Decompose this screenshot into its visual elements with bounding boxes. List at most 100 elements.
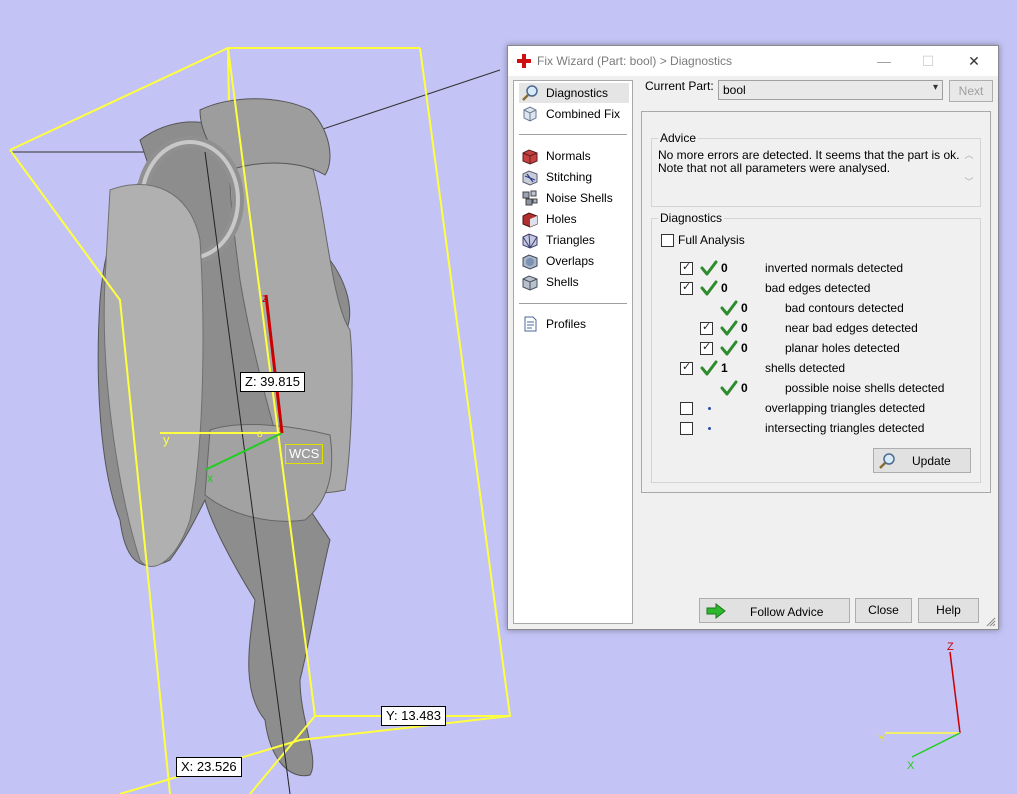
main-panel: Advice No more errors are detected. It s…: [641, 111, 991, 493]
diagnostic-count: 1: [721, 361, 728, 375]
triad-y-label: Y: [878, 733, 886, 745]
wcs-origin-label: o: [257, 429, 263, 440]
sidebar: Diagnostics Combined Fix Normals Stitchi…: [513, 80, 633, 624]
resize-grip-icon[interactable]: [986, 617, 996, 627]
magnifier-icon: [522, 85, 538, 101]
triangles-icon: [522, 233, 538, 249]
diagnostic-count: 0: [741, 301, 748, 315]
scroll-up-icon[interactable]: ︿: [962, 148, 976, 161]
wcs-z-label: z: [262, 291, 268, 305]
update-button[interactable]: Update: [873, 448, 971, 473]
overlaps-icon: [522, 254, 538, 270]
sidebar-item-label: Normals: [546, 149, 591, 163]
close-window-button[interactable]: ✕: [952, 46, 996, 76]
sidebar-item-shells[interactable]: Shells: [519, 272, 629, 292]
status-ok-icon: [720, 320, 738, 336]
diagnostic-label: bad edges detected: [765, 281, 871, 295]
sidebar-item-noise-shells[interactable]: Noise Shells: [519, 188, 629, 208]
diagnostic-checkbox[interactable]: ✓: [680, 261, 693, 275]
sidebar-item-label: Holes: [546, 212, 577, 226]
maximize-button[interactable]: ☐: [906, 46, 950, 76]
sidebar-item-label: Stitching: [546, 170, 593, 184]
current-part-select[interactable]: bool ▾: [718, 80, 943, 100]
sidebar-item-label: Triangles: [546, 233, 595, 247]
diagnostic-checkbox[interactable]: ✓: [700, 321, 713, 335]
sidebar-separator: [519, 303, 627, 304]
sidebar-separator: [519, 134, 627, 135]
update-label: Update: [912, 454, 951, 468]
sidebar-item-profiles[interactable]: Profiles: [519, 314, 629, 334]
minimize-button[interactable]: —: [862, 46, 906, 76]
cube-icon: [523, 106, 537, 122]
sidebar-item-label: Overlaps: [546, 254, 595, 268]
full-analysis-checkbox[interactable]: [661, 234, 674, 247]
sidebar-item-label: Profiles: [546, 317, 587, 331]
diagnostic-label: planar holes detected: [785, 341, 900, 355]
diagnostic-label: near bad edges detected: [785, 321, 918, 335]
sidebar-item-holes[interactable]: Holes: [519, 209, 629, 229]
green-arrow-icon: [706, 603, 726, 619]
title-bar[interactable]: Fix Wizard (Part: bool) > Diagnostics — …: [508, 46, 998, 76]
sidebar-item-label: Noise Shells: [546, 191, 613, 205]
advice-scrollbar[interactable]: ︿ ﹀: [962, 148, 976, 196]
checkmark-icon: ✓: [702, 341, 712, 353]
diagnostic-label: inverted normals detected: [765, 261, 904, 275]
diagnostic-checkbox[interactable]: ✓: [700, 341, 713, 355]
status-ok-icon: [720, 300, 738, 316]
chevron-down-icon: ▾: [932, 82, 938, 93]
diagnostic-count: 0: [721, 261, 728, 275]
3d-model[interactable]: [97, 98, 353, 777]
status-ok-icon: [720, 340, 738, 356]
wcs-x-label: x: [207, 471, 213, 485]
diagnostic-count: 0: [741, 341, 748, 355]
orientation-triad: Z Y X: [878, 641, 961, 772]
advice-title: Advice: [658, 131, 699, 145]
sidebar-item-triangles[interactable]: Triangles: [519, 230, 629, 250]
diagnostic-count: 0: [741, 381, 748, 395]
dimension-x-label: X: 23.526: [176, 757, 242, 777]
diagnostic-checkbox[interactable]: ✓: [680, 281, 693, 295]
follow-advice-button[interactable]: Follow Advice: [699, 598, 850, 623]
diagnostic-label: intersecting triangles detected: [765, 421, 925, 435]
document-icon: [524, 316, 537, 332]
sidebar-item-combined-fix[interactable]: Combined Fix: [519, 104, 629, 124]
sidebar-item-overlaps[interactable]: Overlaps: [519, 251, 629, 271]
full-analysis-label: Full Analysis: [678, 233, 745, 247]
diagnostic-count: 0: [721, 281, 728, 295]
diagnostic-checkbox[interactable]: [680, 402, 693, 415]
status-ok-icon: [700, 260, 718, 276]
current-part-value: bool: [723, 83, 746, 97]
sidebar-item-stitching[interactable]: Stitching: [519, 167, 629, 187]
dimension-y-label: Y: 13.483: [381, 706, 446, 726]
close-button[interactable]: Close: [855, 598, 912, 623]
sidebar-item-normals[interactable]: Normals: [519, 146, 629, 166]
triad-x-label: X: [907, 760, 915, 772]
scroll-down-icon[interactable]: ﹀: [962, 175, 976, 188]
diagnostics-group: Diagnostics Full Analysis ✓ 0 inverted nor…: [651, 211, 981, 483]
diagnostic-checkbox[interactable]: ✓: [680, 361, 693, 375]
red-cross-icon: [517, 54, 531, 68]
status-pending-icon: [708, 407, 711, 410]
status-ok-icon: [720, 380, 738, 396]
magnifier-icon: [879, 453, 895, 469]
diagnostic-label: bad contours detected: [785, 301, 904, 315]
shells-icon: [522, 275, 538, 291]
window-title: Fix Wizard (Part: bool) > Diagnostics: [537, 54, 733, 68]
next-button[interactable]: Next: [949, 80, 993, 102]
diagnostic-checkbox[interactable]: [680, 422, 693, 435]
checkmark-icon: ✓: [682, 281, 692, 293]
wcs-y-label: y: [163, 432, 170, 447]
follow-advice-label: Follow Advice: [750, 605, 824, 619]
status-ok-icon: [700, 280, 718, 296]
wcs-label: WCS: [285, 444, 324, 464]
status-ok-icon: [700, 360, 718, 376]
sidebar-item-label: Combined Fix: [546, 107, 621, 121]
holes-icon: [522, 212, 538, 228]
advice-line: Note that not all parameters were analys…: [658, 161, 891, 175]
help-button[interactable]: Help: [918, 598, 979, 623]
diagnostic-label: possible noise shells detected: [785, 381, 945, 395]
noise-shells-icon: [522, 190, 538, 206]
sidebar-item-diagnostics[interactable]: Diagnostics: [519, 83, 629, 103]
dimension-z-label: Z: 39.815: [240, 372, 305, 392]
fix-wizard-window: Fix Wizard (Part: bool) > Diagnostics — …: [507, 45, 999, 630]
